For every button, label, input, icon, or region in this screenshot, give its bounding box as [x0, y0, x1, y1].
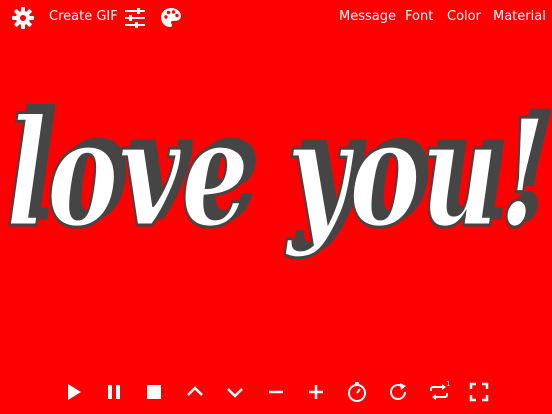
- menu-material[interactable]: Material: [493, 9, 546, 25]
- menu-color[interactable]: Color: [447, 9, 481, 25]
- gear-icon[interactable]: [11, 6, 35, 30]
- create-gif-button[interactable]: Create GIF: [49, 9, 118, 25]
- plus-icon[interactable]: [304, 380, 328, 404]
- message-text: love you!: [5, 85, 548, 262]
- sliders-icon[interactable]: [123, 6, 147, 30]
- rotate-icon[interactable]: [386, 380, 410, 404]
- chevron-down-icon[interactable]: [223, 380, 247, 404]
- fullscreen-icon[interactable]: [467, 380, 491, 404]
- play-icon[interactable]: [61, 380, 85, 404]
- playback-controls: 1: [0, 372, 552, 412]
- top-toolbar: Create GIF Message Font Color Material: [0, 0, 552, 36]
- menu-font[interactable]: Font: [405, 9, 433, 25]
- stop-icon[interactable]: [142, 380, 166, 404]
- message-canvas: love you!: [0, 40, 552, 370]
- menu-message[interactable]: Message: [339, 9, 396, 25]
- timer-icon[interactable]: [345, 380, 369, 404]
- repeat-count-badge: 1: [446, 380, 450, 388]
- chevron-up-icon[interactable]: [183, 380, 207, 404]
- palette-icon[interactable]: [159, 6, 183, 30]
- pause-icon[interactable]: [102, 380, 126, 404]
- message-text-glyphs: love you!: [6, 86, 546, 260]
- repeat-icon[interactable]: 1: [427, 380, 451, 404]
- minus-icon[interactable]: [264, 380, 288, 404]
